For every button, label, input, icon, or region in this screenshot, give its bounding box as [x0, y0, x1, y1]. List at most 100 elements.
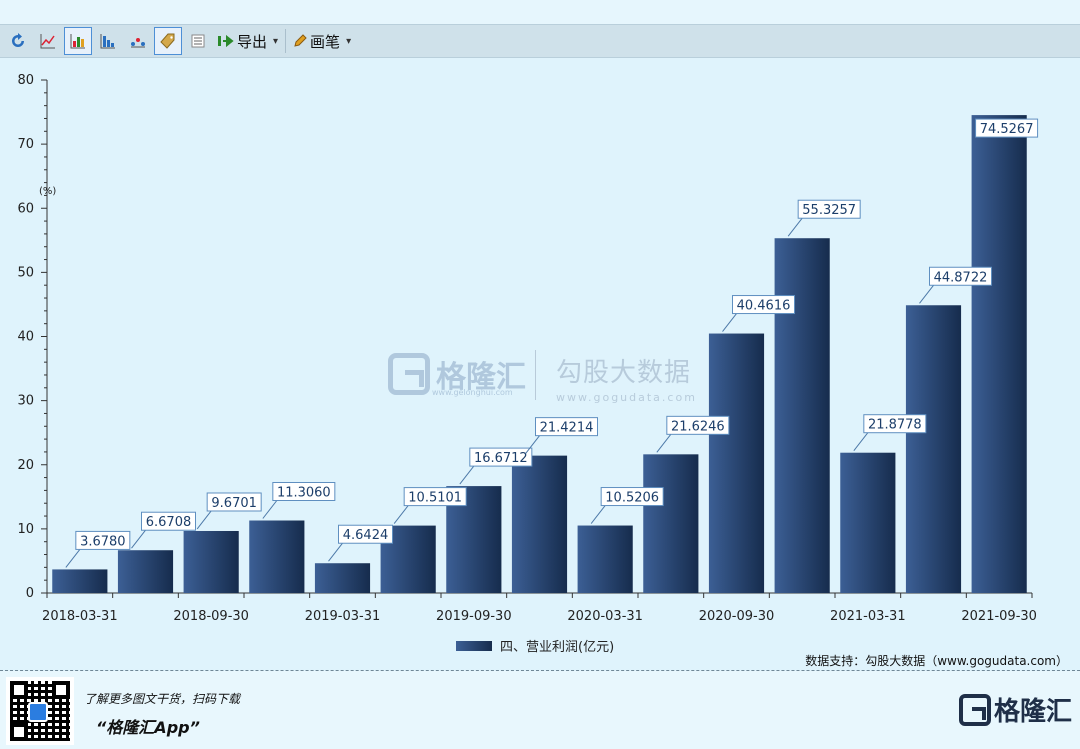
x-tick-label: 2020-03-31	[567, 609, 643, 624]
data-label-connector	[328, 542, 343, 562]
data-label-connector	[853, 432, 869, 452]
y-tick-label: 80	[17, 73, 34, 88]
data-label-connector	[196, 510, 212, 530]
data-label-connector	[459, 465, 475, 485]
y-tick-label: 30	[17, 394, 34, 409]
chart-legend[interactable]: 四、营业利润(亿元)	[456, 636, 614, 655]
data-label: 9.6701	[211, 496, 257, 511]
x-axis: 2018-03-31 2018-09-30 2019-03-31 2019-09-30…	[42, 592, 1037, 624]
line-chart-button[interactable]	[34, 27, 62, 55]
export-label: 导出	[237, 32, 268, 51]
data-label: 21.4214	[540, 421, 594, 436]
footer-promo-line: 了解更多图文干货，扫码下载	[84, 692, 241, 706]
bar-2020-09-30[interactable]	[708, 333, 765, 593]
data-label-connector	[525, 435, 540, 454]
x-tick-label: 2019-03-31	[305, 609, 381, 624]
data-label: 40.4616	[737, 299, 791, 314]
qr-corner-tl	[10, 681, 28, 699]
qr-corner-bl	[10, 723, 28, 741]
data-label: 16.6712	[474, 451, 528, 466]
step-chart-button[interactable]	[94, 27, 122, 55]
export-button[interactable]: 导出 ▾	[214, 27, 282, 55]
bar-2021-09-30[interactable]	[971, 115, 1027, 593]
bar-2018-09-30[interactable]	[183, 530, 239, 593]
pen-button[interactable]: 画笔 ▾	[289, 27, 355, 55]
pen-label: 画笔	[310, 32, 341, 51]
y-tick-label: 20	[17, 458, 34, 473]
x-tick-label: 2018-03-31	[42, 609, 118, 624]
bar-2018-12-31[interactable]	[249, 520, 305, 593]
scatter-chart-button[interactable]	[124, 27, 152, 55]
x-tick-label: 2021-03-31	[830, 609, 906, 624]
bar-chart-icon	[70, 34, 85, 49]
data-label: 6.6708	[146, 515, 192, 530]
chart-toolbar: 导出 ▾ 画笔 ▾	[0, 24, 1080, 58]
data-label: 21.8778	[868, 418, 922, 433]
data-label: 3.6780	[80, 534, 126, 549]
bar-2020-12-31[interactable]	[774, 238, 830, 594]
x-tick-label: 2019-09-30	[436, 609, 512, 624]
data-label-connector	[393, 505, 409, 524]
top-margin	[0, 0, 1080, 24]
bar-2019-03-31[interactable]	[314, 563, 371, 593]
footer-app-name: “格隆汇App”	[96, 718, 200, 737]
y-tick-label: 70	[17, 137, 34, 152]
data-label: 55.3257	[802, 203, 856, 218]
export-arrow-icon	[218, 34, 234, 48]
data-label: 74.5267	[980, 122, 1034, 137]
list-icon	[191, 34, 205, 48]
data-label: 44.8722	[934, 270, 988, 285]
data-label: 4.6424	[343, 528, 389, 543]
y-tick-label: 10	[17, 522, 34, 537]
data-label-connector	[787, 217, 803, 237]
logo-g-icon	[958, 693, 991, 726]
data-source-note: 数据支持：勾股大数据（www.gogudata.com）	[805, 654, 1068, 668]
refresh-button[interactable]	[4, 27, 32, 55]
bar-2019-12-31[interactable]	[511, 455, 568, 593]
tag-icon	[160, 33, 175, 49]
pencil-icon	[294, 34, 307, 47]
y-tick-label: 0	[26, 586, 34, 601]
logo-text: 格隆汇	[993, 697, 1072, 727]
data-label: 10.5206	[605, 491, 659, 506]
data-label: 21.6246	[671, 419, 725, 434]
x-tick-label: 2020-09-30	[699, 609, 775, 624]
y-tick-label: 40	[17, 330, 34, 345]
data-label-connector	[590, 505, 606, 524]
tag-button[interactable]	[154, 27, 182, 55]
x-tick-label: 2018-09-30	[173, 609, 249, 624]
step-chart-icon	[100, 34, 115, 49]
bar-series	[52, 115, 1027, 594]
toolbar-divider	[285, 29, 287, 53]
bar-2021-03-31[interactable]	[840, 452, 896, 593]
data-label: 11.3060	[277, 486, 331, 501]
data-label-connector	[656, 434, 672, 453]
data-label-connector	[65, 549, 81, 568]
x-tick-label: 2021-09-30	[961, 609, 1037, 624]
y-axis: 0 10 20 30 40 50 60 70 80 (%)	[17, 73, 56, 601]
y-tick-label: 50	[17, 265, 34, 280]
bar-chart-button[interactable]	[64, 27, 92, 55]
bar-2018-06-30[interactable]	[117, 550, 174, 593]
refresh-icon	[12, 33, 24, 47]
list-button[interactable]	[184, 27, 212, 55]
qr-corner-tr	[52, 681, 70, 699]
pen-dropdown-icon[interactable]: ▾	[346, 36, 351, 47]
line-chart-icon	[40, 34, 55, 49]
bar-chart: 0 10 20 30 40 50 60 70 80 (%) 2018-03-31 2018-09-3…	[17, 73, 1039, 624]
y-unit-label: (%)	[39, 186, 56, 197]
data-label-connector	[131, 529, 146, 549]
bar-2020-06-30[interactable]	[643, 454, 699, 593]
scatter-chart-icon	[131, 38, 145, 48]
data-label: 10.5101	[408, 491, 462, 506]
bar-2021-06-30[interactable]	[905, 305, 962, 593]
export-dropdown-icon[interactable]: ▾	[273, 36, 278, 47]
bar-2020-03-31[interactable]	[577, 525, 633, 593]
data-label-connector	[722, 313, 737, 332]
bar-2018-03-31[interactable]	[52, 569, 108, 593]
qr-logo-icon	[28, 702, 48, 722]
gelonghui-logo: 格隆汇	[958, 691, 1072, 728]
data-label-connector	[262, 500, 278, 519]
legend-series-name: 四、营业利润(亿元)	[500, 640, 615, 655]
legend-swatch	[456, 640, 492, 651]
